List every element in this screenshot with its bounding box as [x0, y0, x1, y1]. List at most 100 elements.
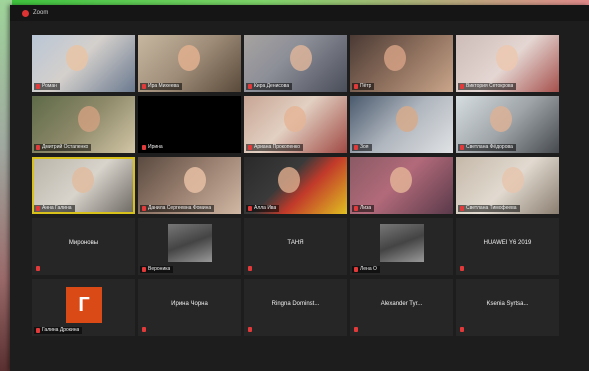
participant-name-tag: Ира Михеева: [140, 83, 182, 90]
participant-name-tag: Ирина: [140, 144, 166, 151]
video-feed: [72, 167, 94, 193]
participant-name-tag: Светлана Фёдорова: [458, 144, 516, 151]
participant-name: Кира Денисова: [254, 83, 290, 89]
participant-tile[interactable]: Ringna Dominst...: [244, 279, 347, 336]
participant-tile[interactable]: ТАНЯ: [244, 218, 347, 275]
video-feed: [78, 106, 100, 132]
profile-photo: [168, 224, 212, 262]
participant-name: Ира Михеева: [148, 83, 179, 89]
video-feed: [178, 45, 200, 71]
video-feed: [396, 106, 418, 132]
participant-display-name: Alexander Tyr...: [380, 301, 423, 307]
participant-tile[interactable]: Лиза: [350, 157, 453, 214]
participant-name-tag: Лиза: [352, 205, 375, 212]
muted-mic-icon: [354, 84, 358, 89]
participant-tile[interactable]: Ирина: [138, 96, 241, 153]
participant-name: Ирина: [148, 144, 163, 150]
participant-tile[interactable]: Анна Галина: [32, 157, 135, 214]
muted-mic-icon: [248, 266, 252, 271]
participant-name: Данила Сергеевна Фомина: [148, 205, 212, 211]
participant-tile[interactable]: Кира Денисова: [244, 35, 347, 92]
video-feed: [284, 106, 306, 132]
participant-name-tag: Галина Дрокина: [34, 327, 83, 334]
profile-photo: [380, 224, 424, 262]
participant-name: Анна Галина: [42, 205, 72, 211]
participant-display-name: Ringna Dominst...: [271, 301, 320, 307]
participant-name-tag: Роман: [34, 83, 60, 90]
participant-tile[interactable]: Лена О: [350, 218, 453, 275]
muted-mic-icon: [460, 84, 464, 89]
participant-tile[interactable]: Ирина Чорна: [138, 279, 241, 336]
muted-mic-icon: [460, 145, 464, 150]
participant-tile[interactable]: HUAWEI Y6 2019: [456, 218, 559, 275]
video-feed: [490, 106, 512, 132]
participant-name: Роман: [42, 83, 57, 89]
participant-tile[interactable]: Ариана Прокопенко: [244, 96, 347, 153]
video-feed: [502, 167, 524, 193]
participant-display-name: Мироновы: [68, 240, 99, 246]
muted-mic-icon: [354, 327, 358, 332]
video-feed: [384, 45, 406, 71]
participant-display-name: Ksenia Syrtsa...: [486, 301, 529, 307]
meeting-window: Zoom Роман Ира Михеева Кира Денисова Пётр Ви…: [10, 5, 589, 371]
muted-mic-icon: [36, 266, 40, 271]
muted-mic-icon: [36, 84, 40, 89]
muted-mic-icon: [142, 267, 146, 272]
participant-name: Вероника: [148, 266, 171, 272]
participant-name-tag: Лена О: [352, 266, 380, 273]
muted-mic-icon: [460, 327, 464, 332]
muted-mic-icon: [248, 327, 252, 332]
muted-mic-icon: [36, 206, 40, 211]
muted-mic-icon: [460, 266, 464, 271]
participant-name: Алла Ива: [254, 205, 277, 211]
participant-tile[interactable]: Г Галина Дрокина: [32, 279, 135, 336]
muted-mic-icon: [36, 145, 40, 150]
participant-tile[interactable]: Alexander Tyr...: [350, 279, 453, 336]
participant-tile[interactable]: Алла Ива: [244, 157, 347, 214]
participant-name: Лиза: [360, 205, 372, 211]
video-feed: [496, 45, 518, 71]
video-feed: [66, 45, 88, 71]
app-logo-icon: [22, 9, 29, 17]
participant-tile[interactable]: Ира Михеева: [138, 35, 241, 92]
participant-display-name: Ирина Чорна: [171, 301, 208, 307]
participant-name-tag: Алла Ива: [246, 205, 280, 212]
muted-mic-icon: [460, 206, 464, 211]
participant-name: Виктория Сетокрова: [466, 83, 514, 89]
video-feed: [290, 45, 312, 71]
participant-name: Светлана Фёдорова: [466, 144, 513, 150]
muted-mic-icon: [142, 206, 146, 211]
participant-tile[interactable]: Дмитрий Остапенко: [32, 96, 135, 153]
participant-tile[interactable]: Роман: [32, 35, 135, 92]
participant-name-tag: Данила Сергеевна Фомина: [140, 205, 215, 212]
muted-mic-icon: [354, 145, 358, 150]
participant-name-tag: Кира Денисова: [246, 83, 293, 90]
muted-mic-icon: [142, 145, 146, 150]
participant-gallery: Роман Ира Михеева Кира Денисова Пётр Виктори…: [32, 35, 559, 336]
video-feed: [278, 167, 300, 193]
participant-tile[interactable]: Пётр: [350, 35, 453, 92]
participant-name-tag: Виктория Сетокрова: [458, 83, 517, 90]
video-feed: [184, 167, 206, 193]
avatar: Г: [66, 287, 102, 323]
muted-mic-icon: [248, 206, 252, 211]
participant-tile[interactable]: Ksenia Syrtsa...: [456, 279, 559, 336]
participant-tile[interactable]: Светлана Тимофеева: [456, 157, 559, 214]
participant-tile[interactable]: Светлана Фёдорова: [456, 96, 559, 153]
participant-tile[interactable]: Мироновы: [32, 218, 135, 275]
participant-name-tag: Вероника: [140, 266, 174, 273]
participant-tile[interactable]: Вероника: [138, 218, 241, 275]
participant-name: Ариана Прокопенко: [254, 144, 301, 150]
video-feed: [390, 167, 412, 193]
participant-tile[interactable]: Данила Сергеевна Фомина: [138, 157, 241, 214]
participant-name: Пётр: [360, 83, 372, 89]
participant-tile[interactable]: Виктория Сетокрова: [456, 35, 559, 92]
participant-display-name: HUAWEI Y6 2019: [483, 240, 532, 246]
muted-mic-icon: [248, 145, 252, 150]
window-title: Zoom: [33, 10, 49, 16]
muted-mic-icon: [354, 267, 358, 272]
muted-mic-icon: [354, 206, 358, 211]
participant-tile[interactable]: Зоя: [350, 96, 453, 153]
participant-name-tag: Зоя: [352, 144, 372, 151]
title-bar[interactable]: Zoom: [10, 5, 589, 21]
